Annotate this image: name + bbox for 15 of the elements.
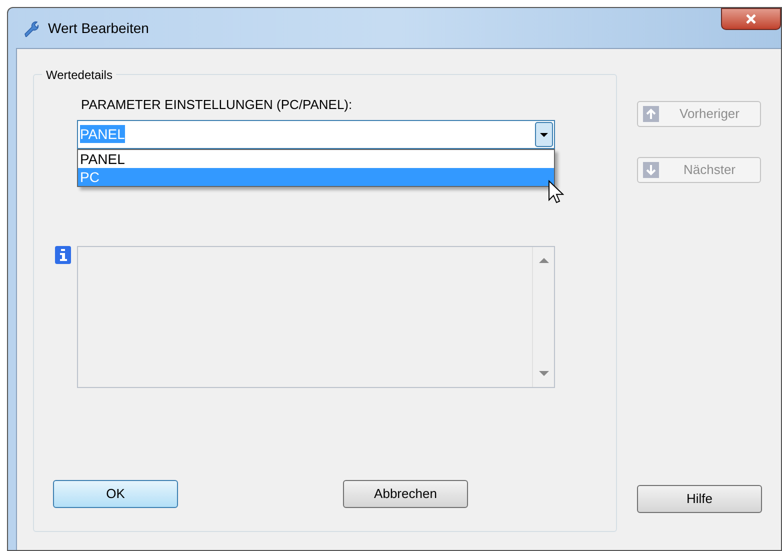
dropdown-option[interactable]: PANEL [78, 150, 554, 168]
info-icon [55, 246, 71, 264]
scroll-down-icon [538, 370, 548, 376]
wrench-icon [22, 19, 40, 37]
combobox-value: PANEL [80, 125, 125, 143]
window-title: Wert Bearbeiten [48, 18, 149, 38]
close-button[interactable] [721, 8, 781, 30]
dialog-button[interactable]: Abbrechen [343, 480, 468, 508]
down-arrow-icon [643, 162, 659, 178]
help-button[interactable]: Hilfe [637, 485, 762, 513]
close-icon [745, 14, 757, 24]
up-arrow-icon [643, 106, 659, 122]
ok-button[interactable]: OK [53, 480, 178, 508]
scroll-up-icon [538, 256, 548, 262]
field-label: PARAMETER EINSTELLUNGEN (PC/PANEL): [81, 96, 354, 114]
